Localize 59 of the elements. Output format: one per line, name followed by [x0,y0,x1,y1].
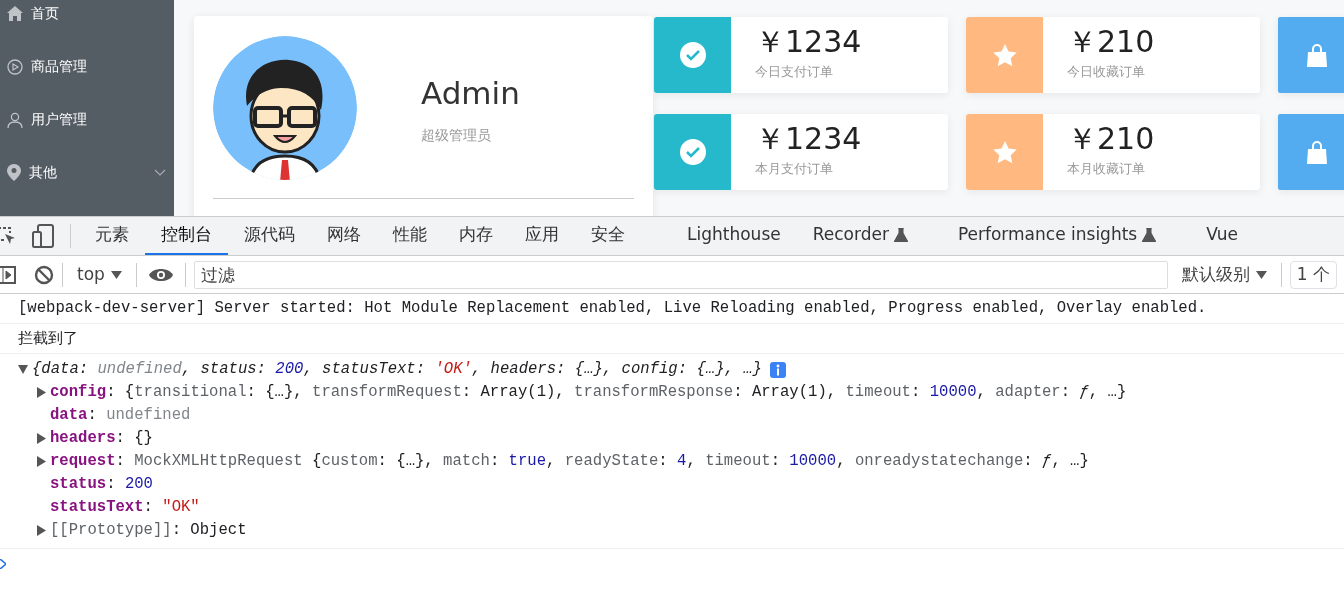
devtools-tab[interactable]: 网络 [311,217,377,255]
shopping-bag-icon [1305,43,1328,67]
device-toolbar-icon [32,224,54,248]
object-property: statusText: "OK" [50,497,200,518]
devtools-tab[interactable]: 应用 [509,217,575,255]
devtools-tab[interactable]: Vue [1190,217,1254,255]
play-circle-icon [7,58,23,75]
caret-icon [110,270,122,279]
check-circle-icon [678,41,707,69]
sidebar-item[interactable]: 商品管理 [0,40,174,93]
devtools-tab[interactable]: Performance insights [941,217,1173,255]
stat-value: ￥1234 [755,25,862,58]
devtools-tab[interactable]: 内存 [443,217,509,255]
sidebar-item[interactable]: 用户管理 [0,93,174,146]
star-icon [992,140,1017,164]
object-property: data: undefined [50,405,191,426]
stat-label: 本月收藏订单 [1067,160,1146,178]
console-message: [webpack-dev-server] Server started: Hot Module Replacement enabled, Live Reloading enabled, Progress enabled, Overlay enabled. [0,294,1344,324]
devtools-tab[interactable]: 源代码 [228,217,311,255]
inspect-icon [0,226,16,246]
user-name: Admin [421,74,520,114]
sidebar-item[interactable]: 首页 [0,0,174,40]
devtools-tab[interactable]: 安全 [575,217,641,255]
issues-button[interactable]: 1 个 [1289,260,1338,289]
devtools-tab[interactable]: 控制台 [145,217,228,255]
user-role: 超级管理员 [421,125,492,145]
object-property: headers: {} [50,428,153,449]
log-level-dropdown[interactable]: 默认级别 [1175,261,1273,288]
shopping-bag-icon [1305,140,1328,164]
devtools-tab[interactable]: 元素 [79,217,145,255]
prompt-icon [0,558,6,569]
clear-console-icon [34,264,54,285]
console-message: 拦截到了 [0,324,1344,354]
devtools-tab[interactable]: Lighthouse [671,217,797,255]
object-summary: {data: undefined, status: 200, statusText: 'OK', headers: {…}, config: {…}, …} [32,359,762,380]
stat-label: 今日支付订单 [755,63,834,81]
user-icon [7,111,23,128]
stat-value: ￥210 [1067,122,1155,155]
object-property: status: 200 [50,474,153,495]
caret-icon [1255,270,1267,279]
devtools-tab[interactable]: 性能 [377,217,443,255]
eye-icon [148,266,173,283]
home-icon [7,6,23,21]
object-property: [[Prototype]]: Object [50,520,247,541]
sidebar-item[interactable]: 其他 [0,146,174,199]
context-dropdown[interactable]: top [71,261,128,288]
stat-label: 今日收藏订单 [1067,63,1146,81]
devtools-tab[interactable]: Recorder [796,217,924,255]
check-circle-icon [678,138,707,166]
info-icon [769,361,786,378]
location-pin-icon [7,164,21,181]
stat-value: ￥210 [1067,25,1155,58]
object-property: request: MockXMLHttpRequest {custom: {…}, match: true, readyState: 4, timeout: 10000, onreadystatechange: ƒ, …} [50,451,1089,472]
object-property: config: {transitional: {…}, transformRequest: Array(1), transformResponse: Array(1), timeout: 10000, adapter: ƒ, …} [50,382,1127,403]
star-icon [992,43,1017,67]
stat-label: 本月支付订单 [755,160,834,178]
stat-value: ￥1234 [755,122,862,155]
filter-field[interactable]: 过滤 [193,260,1168,289]
sidebar-toggle-icon [0,265,16,284]
